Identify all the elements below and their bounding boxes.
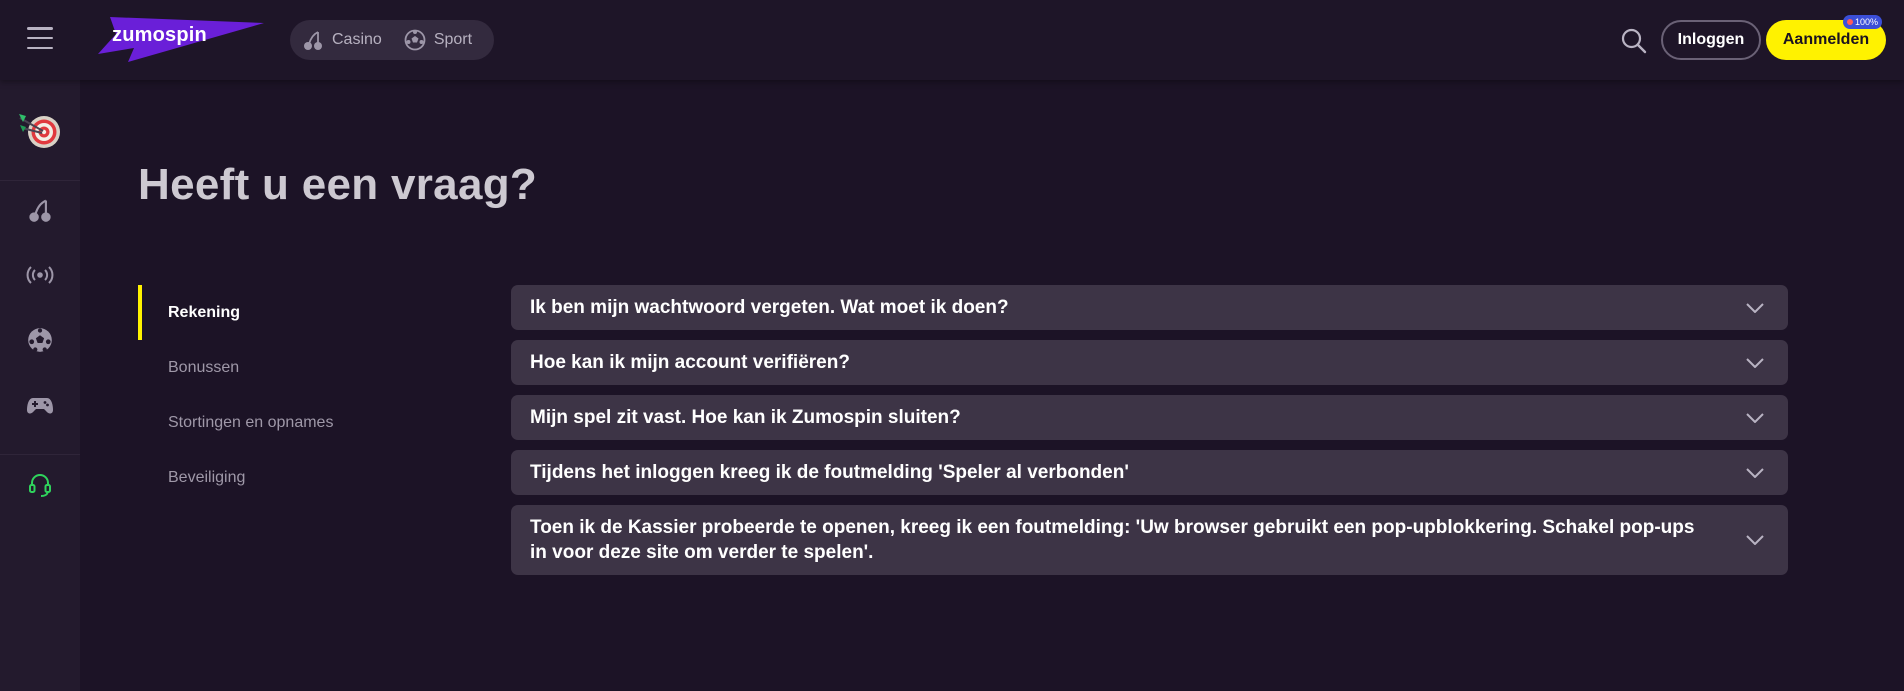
faq-item[interactable]: Tijdens het inloggen kreeg ik de foutmel… [511,450,1788,495]
faq-item[interactable]: Hoe kan ik mijn account verifiëren? [511,340,1788,385]
zumospin-logo[interactable]: zumospin [98,14,268,64]
sidebar-divider [0,180,80,181]
casino-label: Casino [332,31,382,48]
sidebar-divider [0,454,80,455]
top-bar: zumospin Casino Sport Inloggen Aanmelden… [0,0,1904,80]
soccer-ball-icon[interactable] [24,324,56,356]
category-stortingen-en-opnames[interactable]: Stortingen en opnames [138,395,438,450]
faq-question: Mijn spel zit vast. Hoe kan ik Zumospin … [530,407,961,428]
search-icon[interactable] [1620,27,1648,55]
dart-target-icon[interactable] [16,106,64,154]
cherry-icon[interactable] [24,194,56,226]
mode-switch: Casino Sport [290,20,494,60]
login-button[interactable]: Inloggen [1661,20,1761,60]
bonus-badge-text: 100% [1855,17,1879,27]
logo-text: zumospin [112,24,207,46]
faq-question: Toen ik de Kassier probeerde te openen, … [530,517,1695,563]
page-title: Heeft u een vraag? [138,160,538,209]
cherry-icon [304,31,322,50]
chevron-down-icon [1746,357,1764,368]
sport-tab[interactable]: Sport [404,29,472,51]
live-broadcast-icon[interactable] [24,259,56,291]
faq-item[interactable]: Toen ik de Kassier probeerde te openen, … [511,505,1788,575]
faq-item[interactable]: Mijn spel zit vast. Hoe kan ik Zumospin … [511,395,1788,440]
chevron-down-icon [1746,467,1764,478]
headset-icon[interactable] [24,469,56,501]
faq-question: Ik ben mijn wachtwoord vergeten. Wat moe… [530,297,1009,318]
sport-label: Sport [433,31,473,48]
faq-list: Ik ben mijn wachtwoord vergeten. Wat moe… [511,285,1788,585]
category-beveiliging[interactable]: Beveiliging [138,450,438,505]
chevron-down-icon [1746,412,1764,423]
chevron-down-icon [1746,535,1764,545]
faq-item[interactable]: Ik ben mijn wachtwoord vergeten. Wat moe… [511,285,1788,330]
chevron-down-icon [1746,302,1764,313]
badge-dot-icon [1847,19,1853,25]
bonus-badge: 100% [1843,15,1883,29]
category-bonussen[interactable]: Bonussen [138,340,438,395]
faq-question: Hoe kan ik mijn account verifiëren? [530,352,850,373]
category-rekening[interactable]: Rekening [138,285,438,340]
gamepad-icon[interactable] [24,389,56,421]
soccer-ball-icon [404,29,426,51]
faq-category-list: Rekening Bonussen Stortingen en opnames … [138,285,438,505]
sidebar [0,80,80,691]
faq-question: Tijdens het inloggen kreeg ik de foutmel… [530,462,1129,483]
casino-tab[interactable]: Casino [302,29,382,51]
menu-icon[interactable] [27,27,53,49]
